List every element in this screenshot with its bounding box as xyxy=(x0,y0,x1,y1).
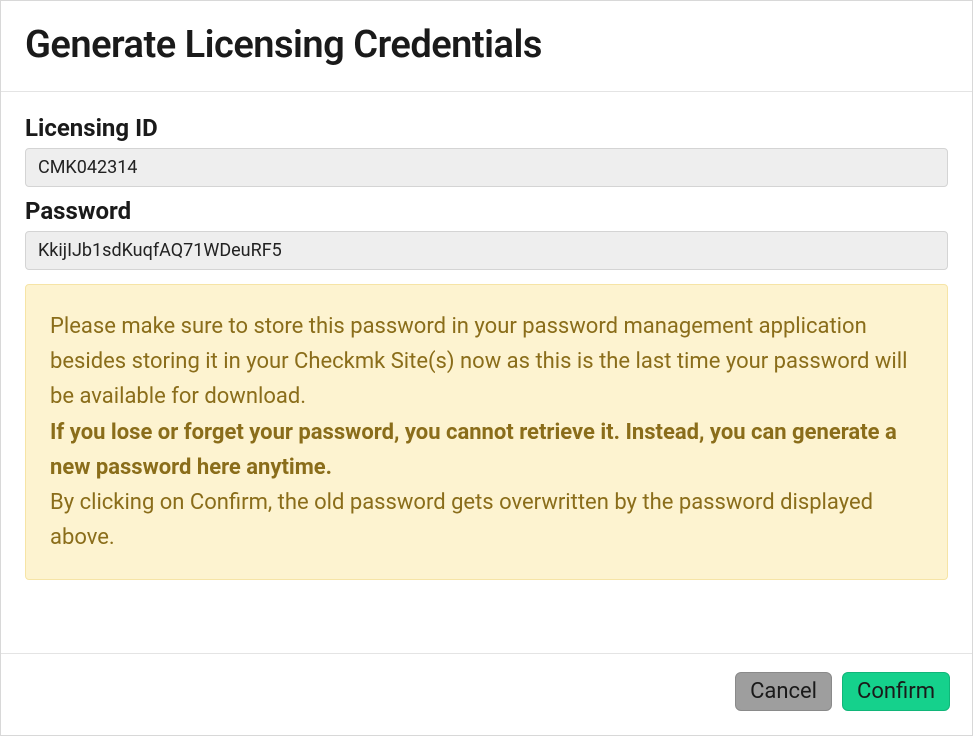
dialog-body: Licensing ID Password Please make sure t… xyxy=(1,92,972,653)
password-field[interactable] xyxy=(25,231,948,270)
warning-text-confirm-note: By clicking on Confirm, the old password… xyxy=(50,490,873,550)
licensing-id-group: Licensing ID xyxy=(25,114,948,187)
confirm-button[interactable]: Confirm xyxy=(842,672,950,711)
generate-credentials-dialog: Generate Licensing Credentials Licensing… xyxy=(0,0,973,736)
dialog-header: Generate Licensing Credentials xyxy=(1,1,972,92)
warning-text-emphasis: If you lose or forget your password, you… xyxy=(50,420,897,480)
dialog-footer: Cancel Confirm xyxy=(1,653,972,735)
cancel-button[interactable]: Cancel xyxy=(735,672,832,711)
warning-text-intro: Please make sure to store this password … xyxy=(50,314,907,409)
password-warning-box: Please make sure to store this password … xyxy=(25,284,948,580)
dialog-title: Generate Licensing Credentials xyxy=(25,23,948,67)
licensing-id-field[interactable] xyxy=(25,148,948,187)
password-label: Password xyxy=(25,197,948,225)
password-group: Password xyxy=(25,197,948,270)
licensing-id-label: Licensing ID xyxy=(25,114,948,142)
